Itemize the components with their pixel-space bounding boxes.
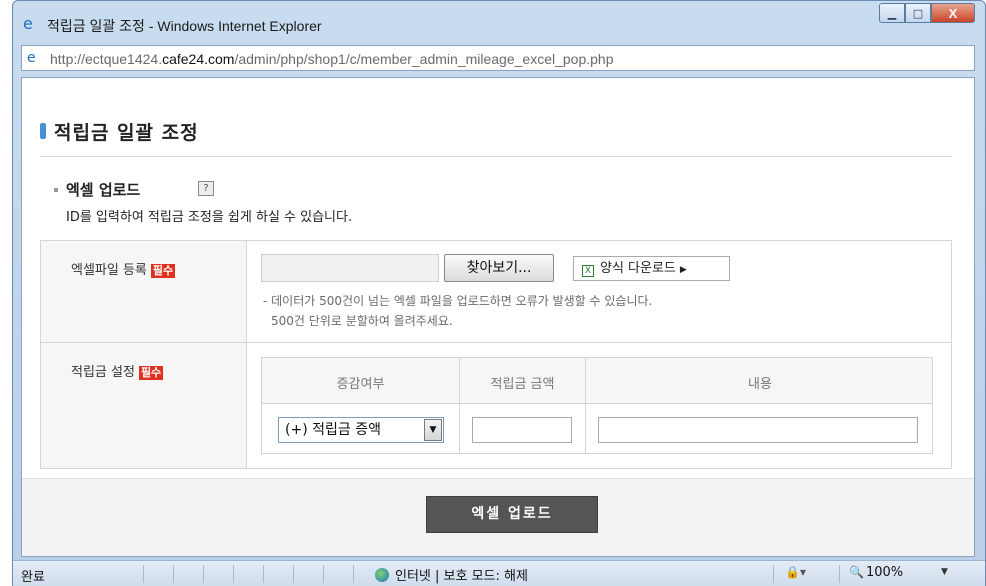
- header-amount: 적립금 금액: [490, 377, 555, 392]
- required-badge: 필수: [138, 366, 164, 380]
- address-url[interactable]: http://ectque1424.cafe24.com/admin/php/s…: [50, 51, 614, 67]
- status-bar: 완료 인터넷 | 보호 모드: 해제 🔒▾ 🔍 100% ▼: [13, 560, 985, 586]
- status-text: 완료: [21, 570, 45, 585]
- download-label: 양식 다운로드: [600, 261, 676, 276]
- section-bullet-icon: [54, 188, 58, 192]
- memo-cell: [586, 404, 934, 454]
- window-title: 적립금 일괄 조정 - Windows Internet Explorer: [47, 18, 322, 34]
- zone-text: 인터넷 | 보호 모드: 해제: [395, 569, 528, 584]
- file-path-input[interactable]: [261, 254, 439, 282]
- minimize-button[interactable]: ▁: [879, 3, 905, 23]
- excel-icon: X: [582, 265, 594, 277]
- header-cell: 내용: [586, 358, 934, 403]
- zoom-level[interactable]: 🔍 100%: [849, 565, 903, 580]
- upload-form: 엑셀파일 등록 필수 찾아보기... X 양식 다운로드 ▶ - 데이터가 500건이…: [40, 240, 952, 469]
- footer-area: 엑셀 업로드: [22, 478, 974, 556]
- header-cell: 적립금 금액: [460, 358, 586, 403]
- chevron-down-icon[interactable]: ▼: [424, 419, 442, 441]
- page-title: 적립금 일괄 조정: [40, 118, 199, 145]
- close-icon: X: [948, 5, 958, 21]
- page-content: 적립금 일괄 조정 엑셀 업로드 ? ID를 입력하여 적립금 조정을 쉽게 하…: [21, 77, 975, 557]
- status-separator: [173, 565, 174, 583]
- page-icon: e: [27, 50, 36, 66]
- minimize-icon: ▁: [887, 6, 897, 20]
- file-label-cell: 엑셀파일 등록 필수: [41, 241, 247, 342]
- excel-upload-button[interactable]: 엑셀 업로드: [426, 496, 598, 533]
- mileage-table-header: 증감여부 적립금 금액 내용: [262, 358, 932, 404]
- amount-cell: [460, 404, 586, 454]
- status-separator: [263, 565, 264, 583]
- url-prefix: http://ectque1424.: [50, 51, 163, 67]
- direction-select-value: (+) 적립금 증액: [285, 422, 381, 438]
- note-line-2: 500건 단위로 분할하여 올려주세요.: [271, 314, 453, 328]
- status-separator: [839, 565, 840, 583]
- direction-cell: (+) 적립금 증액 ▼: [262, 404, 460, 454]
- mileage-label-cell: 적립금 설정 필수: [41, 343, 247, 468]
- mileage-table-row: (+) 적립금 증액 ▼: [262, 404, 932, 454]
- section-description: ID를 입력하여 적립금 조정을 쉽게 하실 수 있습니다.: [66, 210, 353, 225]
- upload-note: - 데이터가 500건이 넘는 엑셀 파일을 업로드하면 오류가 발생할 수 있…: [263, 291, 652, 331]
- status-separator: [773, 565, 774, 583]
- maximize-icon: □: [912, 6, 924, 20]
- status-separator: [353, 565, 354, 583]
- maximize-button[interactable]: □: [905, 3, 931, 23]
- mileage-label-text: 적립금 설정: [71, 365, 135, 380]
- mileage-row: 적립금 설정 필수 증감여부 적립금 금액 내용 (+) 적립금 증액 ▼: [41, 343, 951, 468]
- file-label: 엑셀파일 등록 필수: [71, 259, 176, 278]
- status-separator: [143, 565, 144, 583]
- title-divider: [40, 156, 952, 157]
- security-settings-icon[interactable]: 🔒▾: [785, 565, 806, 579]
- window-controls: ▁ □ X: [879, 3, 975, 25]
- required-badge: 필수: [150, 264, 176, 278]
- section-title: 엑셀 업로드: [66, 181, 141, 199]
- status-separator: [323, 565, 324, 583]
- mileage-label: 적립금 설정 필수: [71, 361, 164, 380]
- browser-window: e 적립금 일괄 조정 - Windows Internet Explorer …: [12, 0, 986, 586]
- mileage-table: 증감여부 적립금 금액 내용 (+) 적립금 증액 ▼: [261, 357, 933, 454]
- header-memo: 내용: [748, 377, 772, 392]
- arrow-right-icon: ▶: [679, 265, 687, 275]
- address-bar[interactable]: e http://ectque1424.cafe24.com/admin/php…: [21, 45, 975, 71]
- browse-button[interactable]: 찾아보기...: [444, 254, 554, 282]
- title-bar: e 적립금 일괄 조정 - Windows Internet Explorer …: [13, 1, 985, 43]
- zoom-dropdown-icon[interactable]: ▼: [941, 567, 948, 577]
- url-domain: cafe24.com: [162, 51, 235, 67]
- file-label-text: 엑셀파일 등록: [71, 263, 147, 278]
- note-line-1: - 데이터가 500건이 넘는 엑셀 파일을 업로드하면 오류가 발생할 수 있…: [263, 294, 653, 308]
- status-separator: [203, 565, 204, 583]
- globe-icon: [375, 568, 389, 582]
- status-separator: [293, 565, 294, 583]
- close-button[interactable]: X: [931, 3, 975, 23]
- status-separator: [233, 565, 234, 583]
- header-direction: 증감여부: [336, 377, 385, 392]
- direction-select[interactable]: (+) 적립금 증액 ▼: [278, 417, 444, 443]
- help-icon[interactable]: ?: [198, 181, 214, 196]
- zoom-icon: 🔍: [849, 565, 864, 579]
- header-cell: 증감여부: [262, 358, 460, 403]
- url-path: /admin/php/shop1/c/member_admin_mileage_…: [234, 51, 614, 67]
- zoom-text: 100%: [865, 565, 904, 580]
- page-title-text: 적립금 일괄 조정: [54, 122, 199, 144]
- file-row: 엑셀파일 등록 필수 찾아보기... X 양식 다운로드 ▶ - 데이터가 500건이…: [41, 241, 951, 343]
- memo-input[interactable]: [598, 417, 918, 443]
- template-download-button[interactable]: X 양식 다운로드 ▶: [573, 256, 730, 281]
- security-zone[interactable]: 인터넷 | 보호 모드: 해제: [375, 565, 528, 584]
- ie-logo-icon: e: [23, 14, 33, 33]
- amount-input[interactable]: [472, 417, 572, 443]
